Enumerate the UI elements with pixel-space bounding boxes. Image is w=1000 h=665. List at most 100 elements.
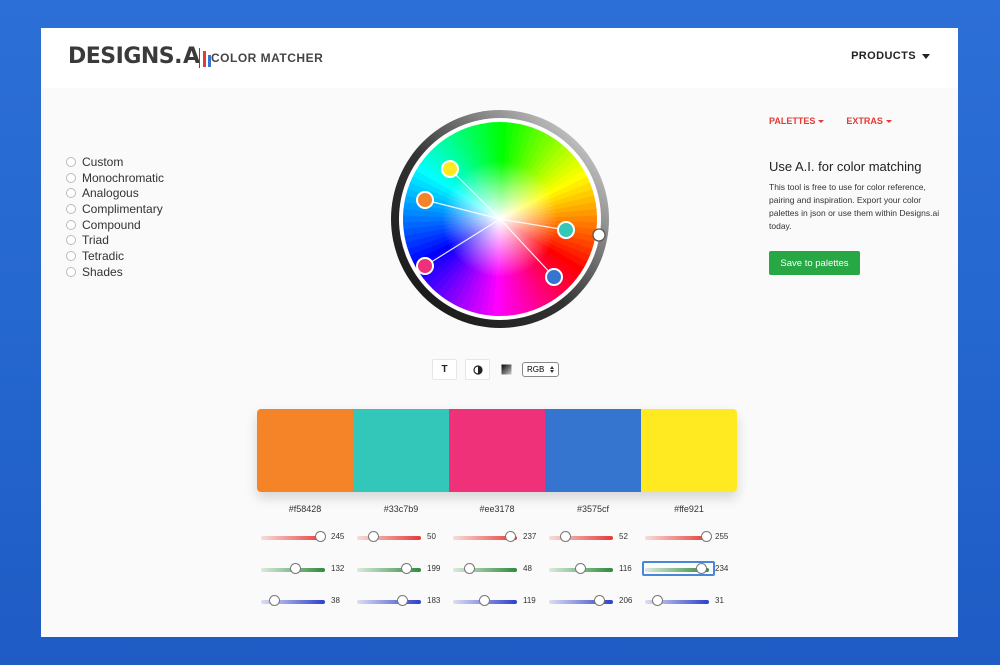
radio-icon[interactable] (66, 250, 76, 261)
slider-track[interactable] (357, 536, 421, 540)
extras-menu[interactable]: EXTRAS (846, 116, 892, 126)
channel-value: 48 (523, 564, 532, 573)
slider-group: 50 199 183 (353, 528, 449, 608)
wheel-handle[interactable] (441, 160, 459, 178)
radio-icon[interactable] (66, 219, 76, 230)
palettes-menu[interactable]: PALETTES (769, 116, 825, 126)
channel-value: 255 (715, 532, 729, 541)
slider-track[interactable] (453, 568, 517, 572)
channel-slider-r[interactable]: 52 (549, 531, 641, 543)
scheme-option[interactable]: Tetradic (66, 248, 164, 264)
caret-down-icon (885, 119, 892, 123)
hex-label: #3575cf (576, 504, 610, 514)
channel-value: 234 (715, 564, 729, 573)
slider-group: 237 48 119 (449, 528, 545, 608)
channel-value: 206 (619, 596, 633, 605)
designs-ai-logo[interactable]: DESIGNS. A (68, 44, 211, 69)
channel-slider-b[interactable]: 31 (645, 595, 737, 607)
scheme-label: Monochromatic (82, 170, 165, 185)
channel-slider-g[interactable]: 48 (453, 563, 545, 575)
hex-label: #ffe921 (674, 504, 704, 514)
channel-value: 116 (619, 564, 632, 573)
slider-handle[interactable] (505, 531, 516, 542)
scheme-option[interactable]: Shades (66, 264, 164, 280)
slider-handle[interactable] (651, 595, 663, 606)
channel-slider-b[interactable]: 38 (261, 595, 353, 607)
scheme-option[interactable]: Complimentary (66, 201, 164, 217)
channel-slider-b[interactable]: 183 (357, 595, 449, 607)
channel-slider-r[interactable]: 237 (453, 531, 545, 543)
slider-handle[interactable] (269, 595, 281, 606)
channel-slider-g[interactable]: 199 (357, 563, 449, 575)
channel-slider-r[interactable]: 255 (645, 531, 737, 543)
logo-text: DESIGNS. (68, 44, 183, 69)
slider-track[interactable] (549, 536, 613, 540)
channel-value: 199 (427, 564, 441, 573)
channel-slider-r[interactable]: 245 (261, 531, 353, 543)
color-swatch[interactable] (545, 409, 641, 492)
slider-handle[interactable] (479, 595, 491, 606)
channel-slider-g[interactable]: 116 (549, 563, 641, 575)
slider-track[interactable] (357, 600, 421, 604)
scheme-label: Tetradic (82, 248, 125, 263)
wheel-handle[interactable] (557, 221, 575, 239)
scheme-option[interactable]: Analogous (66, 185, 164, 201)
scheme-option[interactable]: Monochromatic (66, 170, 164, 186)
palettes-label: PALETTES (769, 116, 816, 126)
slider-handle[interactable] (701, 531, 712, 542)
channel-slider-b[interactable]: 206 (549, 595, 641, 607)
radio-icon[interactable] (66, 172, 76, 183)
save-to-palettes-button[interactable]: Save to palettes (769, 251, 860, 275)
channel-value: 245 (331, 532, 345, 541)
channel-value: 183 (427, 596, 441, 605)
color-wheel-graphic (391, 110, 609, 328)
logo-ai-letter: A (183, 44, 200, 69)
slider-handle[interactable] (594, 595, 606, 606)
channel-value: 237 (523, 532, 537, 541)
scheme-label: Triad (82, 233, 109, 248)
channel-slider-g[interactable]: 234 (642, 561, 737, 576)
color-swatch[interactable] (449, 409, 545, 492)
radio-icon[interactable] (66, 156, 76, 167)
slider-handle[interactable] (314, 531, 326, 542)
text-button[interactable]: T (432, 359, 457, 380)
slider-handle[interactable] (463, 563, 475, 574)
scheme-label: Complimentary (82, 201, 163, 216)
color-swatch[interactable] (641, 409, 737, 492)
color-swatch[interactable] (257, 409, 353, 492)
slider-handle[interactable] (400, 563, 412, 574)
products-menu[interactable]: PRODUCTS (851, 50, 930, 62)
header-divider (199, 48, 200, 68)
slider-track[interactable] (645, 536, 709, 540)
slider-handle[interactable] (290, 563, 301, 574)
scheme-option[interactable]: Triad (66, 232, 164, 248)
brightness-handle[interactable] (592, 228, 606, 242)
app-name: COLOR MATCHER (211, 51, 324, 65)
contrast-button[interactable] (465, 359, 490, 380)
text-button-label: T (441, 364, 448, 375)
logo-bars-icon (202, 47, 211, 67)
wheel-handle[interactable] (416, 257, 434, 275)
radio-icon[interactable] (66, 203, 76, 214)
color-mode-select[interactable]: RGB (522, 362, 560, 377)
channel-value: 119 (523, 596, 536, 605)
channel-slider-b[interactable]: 119 (453, 595, 545, 607)
gradient-button[interactable] (498, 359, 514, 380)
wheel-handle[interactable] (416, 191, 434, 209)
channel-slider-g[interactable]: 132 (261, 563, 353, 575)
color-wheel[interactable] (389, 108, 611, 330)
wheel-handle[interactable] (545, 268, 563, 286)
scheme-option[interactable]: Custom (66, 154, 164, 170)
scheme-label: Compound (82, 217, 141, 232)
slider-handle[interactable] (368, 531, 379, 542)
radio-icon[interactable] (66, 235, 76, 246)
slider-handle[interactable] (560, 531, 572, 542)
slider-handle[interactable] (574, 563, 586, 574)
radio-icon[interactable] (66, 266, 76, 277)
channel-slider-r[interactable]: 50 (357, 531, 449, 543)
scheme-option[interactable]: Compound (66, 217, 164, 233)
slider-handle[interactable] (397, 595, 409, 606)
radio-icon[interactable] (66, 188, 76, 199)
color-swatch[interactable] (353, 409, 449, 492)
slider-group: 52 116 206 (545, 528, 641, 608)
